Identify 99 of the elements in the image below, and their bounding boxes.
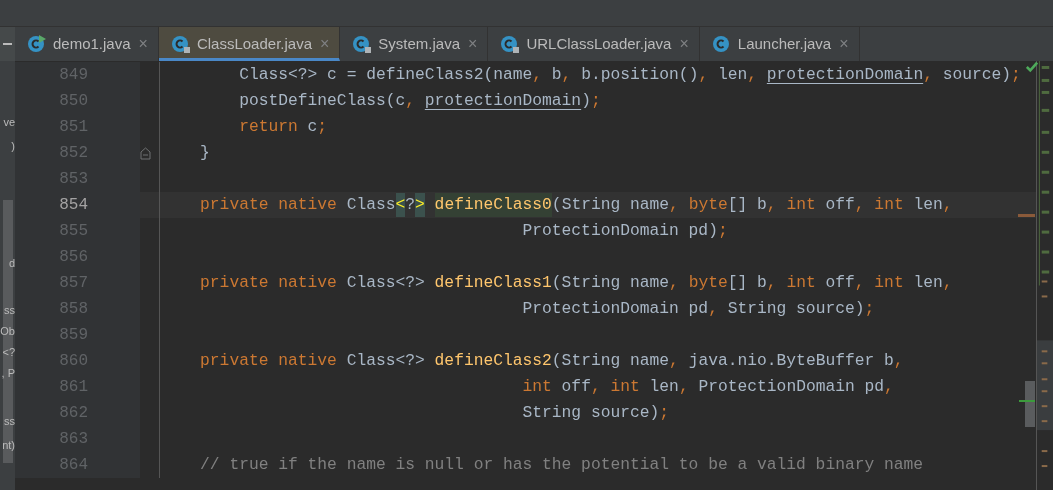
code-punctuation: , xyxy=(893,349,904,372)
code-keyword: return xyxy=(238,115,298,138)
code-keyword: private native xyxy=(199,349,337,372)
code-identifier: protectionDomain xyxy=(766,63,924,86)
code-text: c xyxy=(306,115,318,138)
code-text: java.nio.ByteBuffer b xyxy=(687,349,894,372)
code-punctuation: , xyxy=(561,63,572,86)
code-text: [] b xyxy=(727,193,767,216)
code-comment: // true if the name is null or has the potential to be a valid binary name xyxy=(199,453,924,476)
code-keyword: byte xyxy=(687,193,728,216)
code-text: (String name xyxy=(551,271,670,294)
code-punctuation: ; xyxy=(590,89,601,112)
code-punctuation: ; xyxy=(1011,63,1021,86)
tab-label: System.java xyxy=(378,33,461,54)
code-punctuation: , xyxy=(590,375,601,398)
close-tab-button[interactable]: × xyxy=(138,32,148,56)
close-tab-button[interactable]: × xyxy=(679,32,689,56)
panel-text-fragment: ss xyxy=(4,414,15,429)
panel-text-fragment: ve xyxy=(3,115,15,130)
code-text: Class<?> xyxy=(345,271,426,294)
tab-label: URLClassLoader.java xyxy=(526,33,672,54)
code-text: off xyxy=(560,375,591,398)
editor-scrollbar-thumb[interactable] xyxy=(1025,381,1035,427)
code-text: source) xyxy=(941,63,1012,86)
code-punctuation: ; xyxy=(317,115,328,138)
code-keyword: int xyxy=(873,271,904,294)
panel-text-fragment: <? xyxy=(2,345,15,360)
code-text: postDefineClass(c xyxy=(238,89,406,112)
code-punctuation: , xyxy=(708,297,718,320)
fold-icon[interactable] xyxy=(140,146,151,160)
code-text: [] b xyxy=(727,271,767,294)
code-punctuation: , xyxy=(747,63,759,86)
code-punctuation: ; xyxy=(864,297,875,320)
code-text: Class<?> c = defineClass2(name xyxy=(238,63,533,86)
panel-text-fragment: ss xyxy=(4,303,15,318)
code-text: ProtectionDomain pd) xyxy=(521,219,718,242)
code-punctuation: , xyxy=(669,271,679,294)
tab-label: Launcher.java xyxy=(737,33,832,54)
code-text: off xyxy=(824,193,855,216)
code-punctuation: , xyxy=(923,63,933,86)
code-punctuation: , xyxy=(942,193,953,216)
method-name: defineClass2 xyxy=(434,349,552,372)
code-text: (String name xyxy=(551,193,670,216)
code-punctuation: ; xyxy=(717,219,728,242)
code-text: ProtectionDomain pd xyxy=(697,375,885,398)
matched-bracket: < xyxy=(395,192,406,218)
code-punctuation: , xyxy=(766,193,777,216)
close-tab-button[interactable]: × xyxy=(468,32,478,56)
code-text: len xyxy=(716,63,748,86)
method-name: defineClass1 xyxy=(434,271,552,294)
code-keyword: private native xyxy=(199,193,337,216)
code-punctuation: , xyxy=(854,193,865,216)
code-punctuation: , xyxy=(698,63,709,86)
tab-label: ClassLoader.java xyxy=(196,33,312,54)
panel-text-fragment: , P xyxy=(1,366,15,381)
inspection-ok-icon[interactable] xyxy=(1026,61,1038,73)
line-number: 854 xyxy=(59,195,88,216)
code-text: String source) xyxy=(726,297,865,320)
code-text: } xyxy=(199,141,210,164)
code-keyword: int xyxy=(521,375,552,398)
panel-text-fragment: ) xyxy=(11,139,15,154)
code-punctuation: , xyxy=(854,271,865,294)
code-text: b.position() xyxy=(580,63,699,86)
matched-bracket: > xyxy=(415,192,425,218)
code-text: Class xyxy=(345,193,396,216)
panel-text-fragment: nt) xyxy=(2,438,15,453)
method-name: defineClass0 xyxy=(434,192,552,218)
code-punctuation: , xyxy=(669,349,679,372)
code-punctuation: , xyxy=(405,89,417,112)
code-text: ProtectionDomain pd xyxy=(521,297,709,320)
code-identifier: protectionDomain xyxy=(424,89,582,112)
panel-text-fragment: Ob xyxy=(0,324,15,339)
code-text: len xyxy=(912,271,943,294)
code-punctuation: , xyxy=(942,271,953,294)
code-keyword: byte xyxy=(687,271,728,294)
code-text: Class<?> xyxy=(345,349,426,372)
code-text: ? xyxy=(405,193,416,216)
code-text: len xyxy=(648,375,679,398)
code-keyword: int xyxy=(785,193,816,216)
code-keyword: private native xyxy=(199,271,337,294)
code-punctuation: , xyxy=(532,63,543,86)
code-keyword: int xyxy=(873,193,904,216)
code-punctuation: , xyxy=(669,193,679,216)
code-punctuation: , xyxy=(678,375,689,398)
code-text: len xyxy=(912,193,943,216)
code-punctuation: , xyxy=(884,375,894,398)
code-text: off xyxy=(824,271,855,294)
code-text: b xyxy=(550,63,562,86)
editor-tab[interactable]: ClassLoader.java × xyxy=(158,27,341,61)
code-text: String source) xyxy=(521,401,660,424)
code-keyword: int xyxy=(609,375,640,398)
code-text: ) xyxy=(581,89,591,112)
code-punctuation: , xyxy=(766,271,777,294)
code-keyword: int xyxy=(785,271,816,294)
panel-text-fragment: d xyxy=(8,256,15,271)
code-punctuation: ; xyxy=(659,401,670,424)
code-text: (String name xyxy=(551,349,670,372)
tab-label: demo1.java xyxy=(53,33,131,54)
close-tab-button[interactable]: × xyxy=(839,32,849,56)
